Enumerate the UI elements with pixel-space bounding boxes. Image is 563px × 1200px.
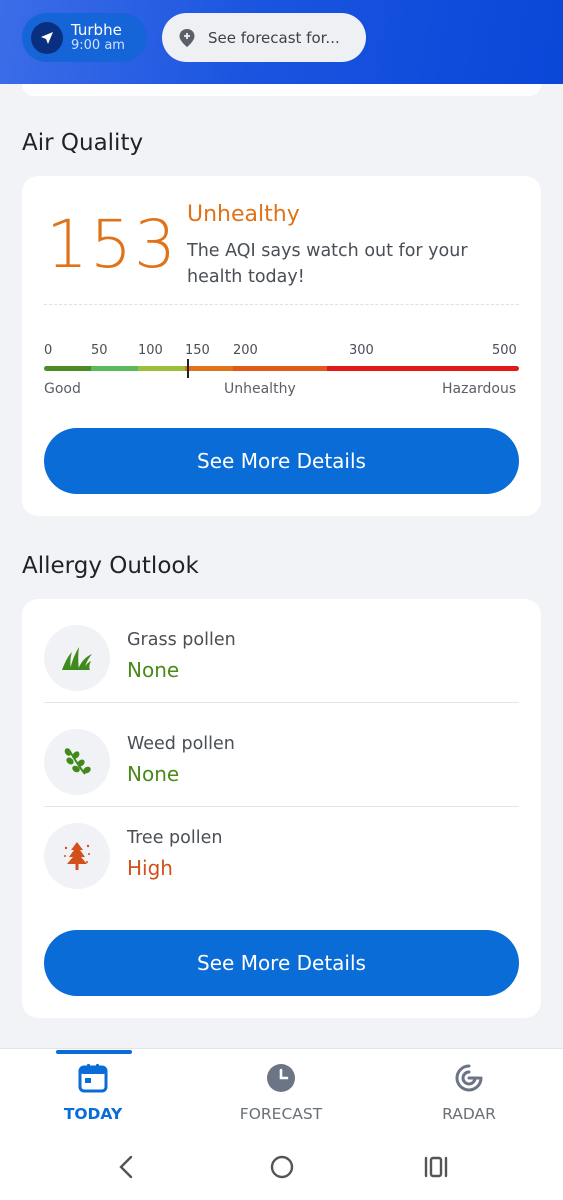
scale-tick-200: 200 [233, 343, 258, 358]
allergy-level: High [127, 856, 173, 880]
navigation-arrow-icon [31, 21, 63, 54]
aqi-segment-hazardous [327, 366, 519, 371]
recents-icon[interactable] [423, 1154, 449, 1184]
aqi-segment-very-unhealthy [233, 366, 327, 371]
scale-tick-300: 300 [349, 343, 374, 358]
aqi-segment-unhealthy [185, 366, 233, 371]
allergy-see-more-details-button[interactable]: See More Details [44, 930, 519, 996]
bottom-navigation: TODAY FORECAST RADAR [0, 1048, 563, 1136]
back-icon[interactable] [116, 1154, 136, 1184]
active-tab-indicator [56, 1050, 132, 1054]
aqi-segment-moderate [91, 366, 138, 371]
clock-icon [266, 1063, 296, 1097]
scale-tick-50: 50 [91, 343, 108, 358]
aqi-scale-bar [44, 366, 519, 371]
grass-icon [44, 625, 110, 691]
allergy-name: Tree pollen [127, 828, 223, 848]
system-navigation-bar [0, 1136, 563, 1200]
aqi-value: 153 [46, 206, 178, 283]
allergy-outlook-card: Grass pollen None Weed pollen None Tree … [22, 599, 541, 1018]
air-quality-card: 153 Unhealthy The AQI says watch out for… [22, 176, 541, 516]
scale-label-hazardous: Hazardous [442, 381, 517, 397]
aqi-marker [186, 359, 189, 378]
aqi-status: Unhealthy [187, 202, 300, 227]
aqi-description: The AQI says watch out for your health t… [187, 241, 468, 287]
scale-tick-0: 0 [44, 343, 53, 358]
divider [44, 304, 519, 305]
tab-today[interactable]: TODAY [13, 1049, 173, 1137]
location-text: Turbhe 9:00 am [71, 22, 125, 53]
current-location-button[interactable]: Turbhe 9:00 am [22, 13, 147, 62]
allergy-item-weed: Weed pollen None [44, 703, 519, 807]
allergy-name: Weed pollen [127, 734, 235, 754]
scale-label-good: Good [44, 381, 81, 397]
previous-card-edge [22, 84, 541, 96]
aqi-see-more-details-button[interactable]: See More Details [44, 428, 519, 494]
location-time: 9:00 am [71, 37, 125, 53]
scale-tick-500: 500 [492, 343, 517, 358]
allergy-level: None [127, 762, 180, 786]
allergy-name: Grass pollen [127, 630, 236, 650]
tree-icon [44, 823, 110, 889]
tab-label: TODAY [63, 1105, 123, 1123]
tab-radar[interactable]: RADAR [389, 1049, 549, 1137]
scale-tick-150: 150 [185, 343, 210, 358]
aqi-segment-good [44, 366, 91, 371]
home-icon[interactable] [269, 1154, 295, 1184]
location-name: Turbhe [71, 21, 122, 40]
allergy-outlook-title: Allergy Outlook [22, 553, 199, 579]
allergy-item-tree: Tree pollen High [44, 797, 519, 901]
app-header: Turbhe 9:00 am See forecast for... [0, 0, 563, 84]
tab-forecast[interactable]: FORECAST [201, 1049, 361, 1137]
allergy-level: None [127, 658, 180, 682]
tab-label: FORECAST [239, 1105, 323, 1123]
calendar-icon [78, 1063, 108, 1097]
weed-icon [44, 729, 110, 795]
scale-label-unhealthy: Unhealthy [224, 381, 296, 397]
air-quality-title: Air Quality [22, 130, 144, 156]
allergy-item-grass: Grass pollen None [44, 599, 519, 703]
forecast-search-button[interactable]: See forecast for... [162, 13, 366, 62]
search-placeholder: See forecast for... [208, 28, 340, 47]
map-pin-plus-icon [178, 28, 196, 48]
scale-tick-100: 100 [138, 343, 163, 358]
tab-label: RADAR [442, 1105, 496, 1123]
aqi-segment-usg [138, 366, 185, 371]
radar-icon [454, 1063, 484, 1097]
